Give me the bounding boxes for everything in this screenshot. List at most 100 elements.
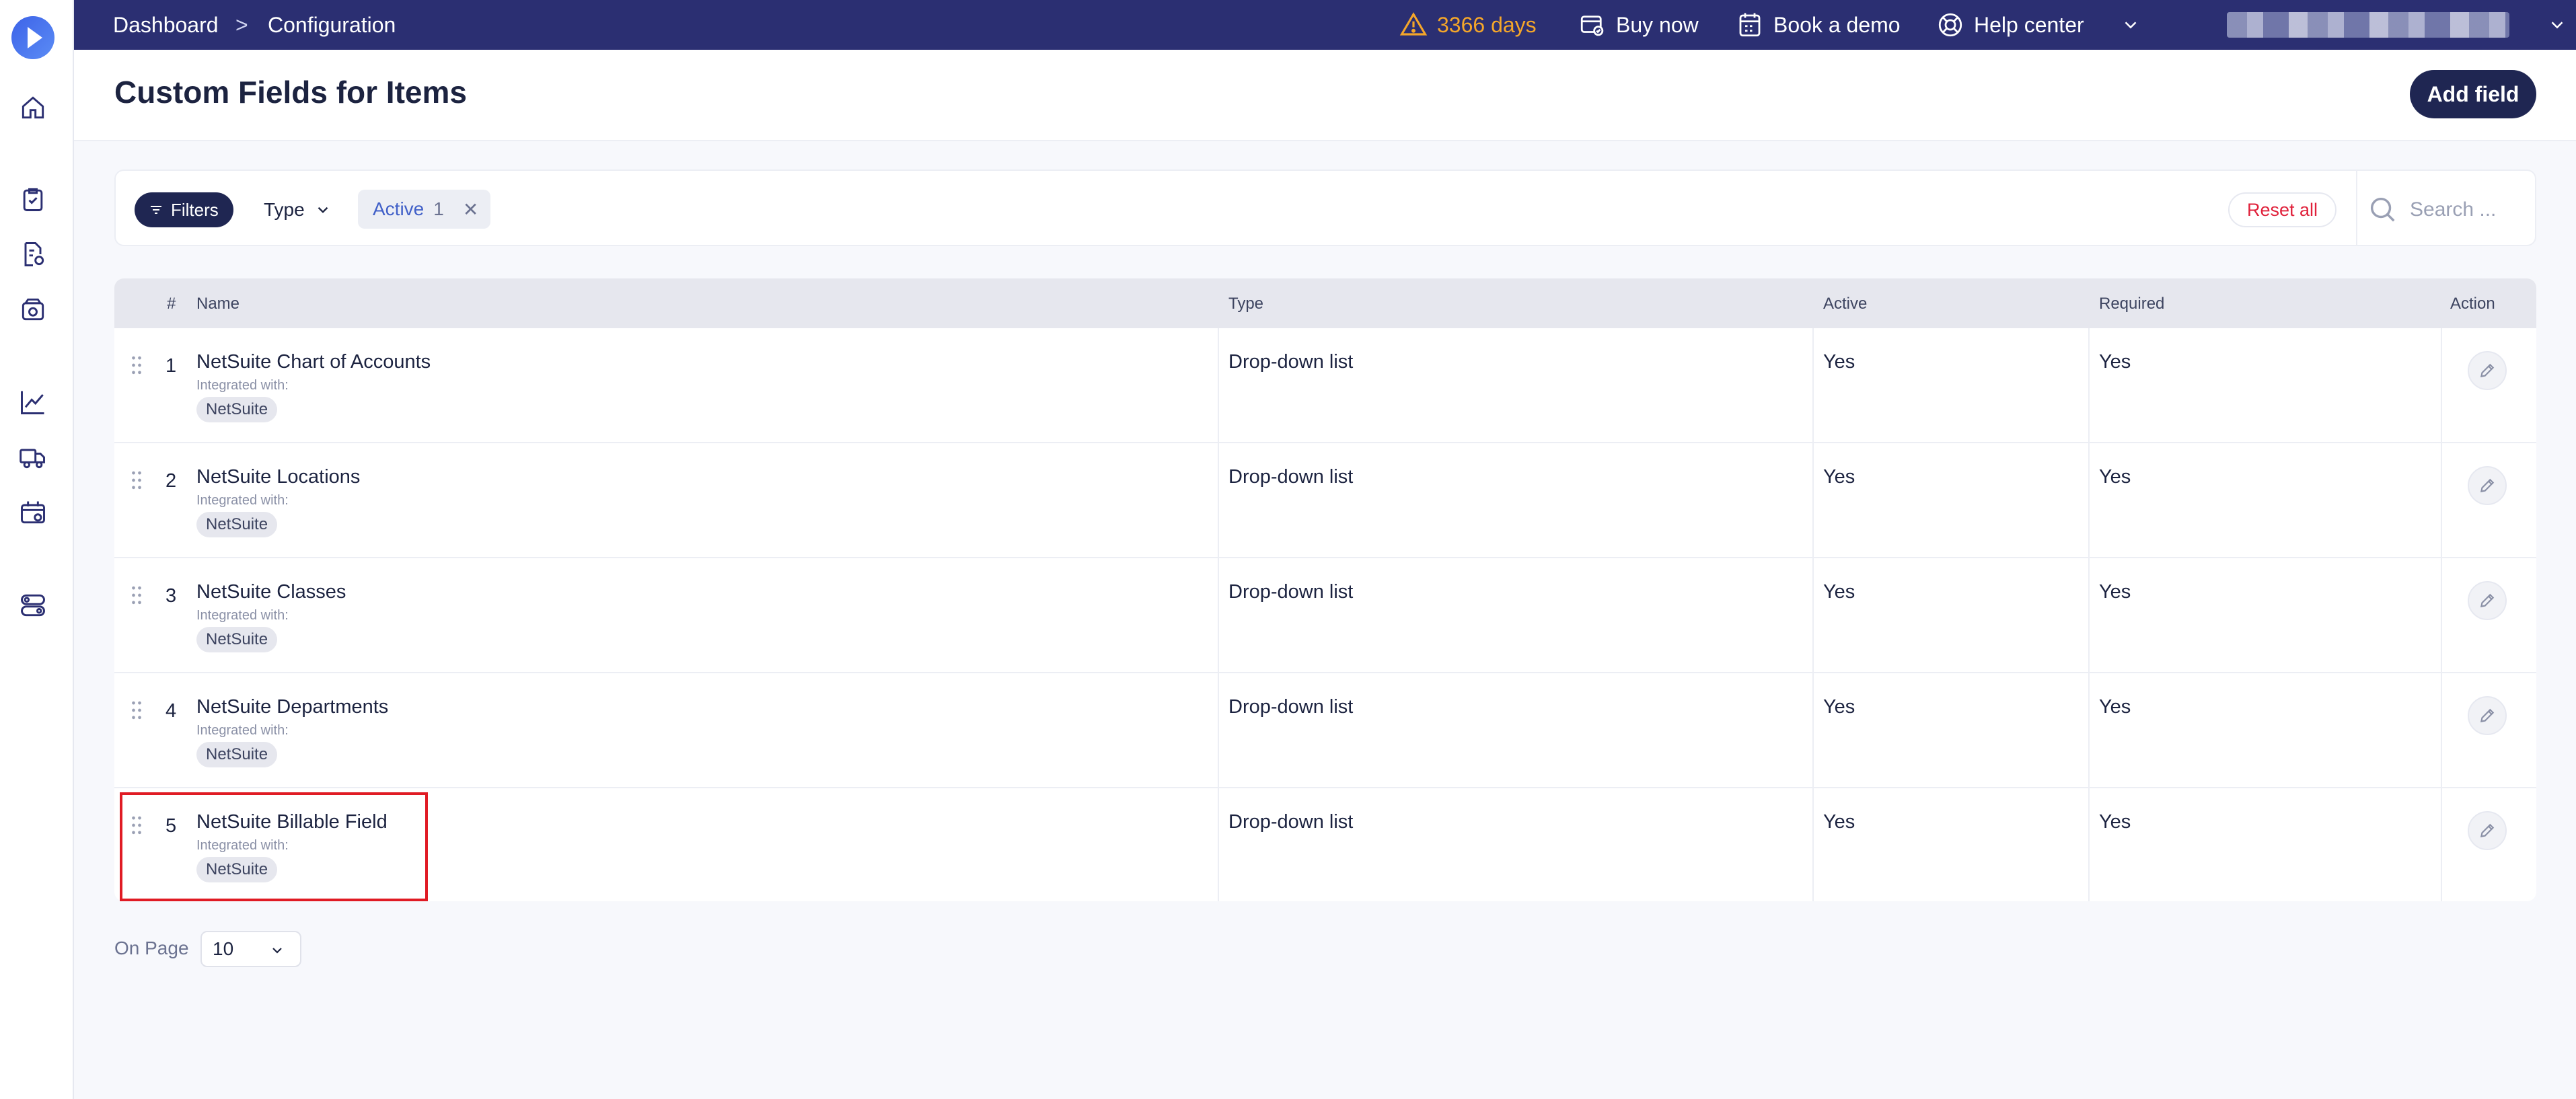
page-title: Custom Fields for Items	[114, 75, 467, 110]
calendar-box-icon[interactable]	[18, 498, 48, 527]
table-row[interactable]: 2 NetSuite Locations Integrated with: Ne…	[114, 443, 2536, 558]
highlight-box	[120, 792, 428, 901]
logo-icon[interactable]	[11, 16, 54, 59]
column-header-action: Action	[2450, 295, 2495, 313]
table-row[interactable]: 5 NetSuite Billable Field Integrated wit…	[114, 788, 2536, 901]
row-index: 4	[165, 700, 177, 722]
field-name: NetSuite Classes	[196, 581, 346, 603]
divider	[2356, 171, 2357, 245]
integrated-with-label: Integrated with:	[196, 378, 289, 393]
buy-now-button[interactable]: Buy now	[1578, 9, 1699, 40]
edit-button[interactable]	[2468, 581, 2507, 620]
drag-handle-icon[interactable]	[131, 700, 143, 720]
table-row[interactable]: 1 NetSuite Chart of Accounts Integrated …	[114, 328, 2536, 443]
reset-all-button[interactable]: Reset all	[2228, 192, 2337, 227]
column-divider	[1218, 558, 1219, 673]
integrated-with-label: Integrated with:	[196, 493, 289, 508]
edit-button[interactable]	[2468, 351, 2507, 390]
column-divider	[1812, 328, 1814, 443]
chevron-down-icon[interactable]	[2121, 15, 2141, 35]
search-input[interactable]	[2410, 192, 2524, 227]
chart-line-icon[interactable]	[18, 387, 48, 417]
edit-button[interactable]	[2468, 696, 2507, 735]
column-header-index: #	[167, 295, 176, 313]
toggles-icon[interactable]	[18, 591, 48, 620]
chevron-down-icon	[272, 948, 282, 954]
column-divider	[2441, 443, 2442, 558]
on-page-label: On Page	[114, 938, 189, 958]
type-dropdown[interactable]: Type	[264, 192, 332, 227]
page-size-select[interactable]: 10	[200, 931, 301, 967]
home-icon[interactable]	[18, 93, 48, 122]
custom-fields-table: # Name Type Active Required Action 1 Net…	[114, 278, 2536, 901]
drag-handle-icon[interactable]	[131, 585, 143, 605]
column-header-name: Name	[196, 295, 240, 313]
table-row[interactable]: 3 NetSuite Classes Integrated with: NetS…	[114, 558, 2536, 673]
field-type: Drop-down list	[1228, 696, 1354, 718]
clipboard-check-icon[interactable]	[18, 184, 48, 214]
column-divider	[1218, 328, 1219, 443]
column-divider	[2088, 443, 2090, 558]
edit-button[interactable]	[2468, 466, 2507, 505]
row-index: 3	[165, 585, 177, 607]
lifebuoy-icon	[1938, 13, 1962, 37]
field-required: Yes	[2099, 696, 2131, 718]
search-icon	[2370, 197, 2395, 222]
pencil-icon	[2480, 708, 2495, 723]
column-divider	[2088, 328, 2090, 443]
book-demo-label: Book a demo	[1773, 12, 1901, 37]
active-filter-chip[interactable]: Active 1 ✕	[358, 190, 491, 229]
document-settings-icon[interactable]	[18, 239, 48, 269]
edit-button[interactable]	[2468, 811, 2507, 850]
breadcrumb-configuration[interactable]: Configuration	[268, 11, 396, 38]
pencil-icon	[2480, 478, 2495, 493]
row-index: 1	[165, 355, 177, 377]
column-divider	[2441, 788, 2442, 901]
integrated-with-label: Integrated with:	[196, 723, 289, 738]
active-chip-count: 1	[433, 198, 444, 219]
integration-badge: NetSuite	[196, 742, 278, 767]
remove-filter-icon[interactable]: ✕	[463, 198, 478, 221]
filters-label: Filters	[171, 199, 219, 220]
column-divider	[1218, 673, 1219, 788]
type-dropdown-label: Type	[264, 199, 305, 220]
warning-icon	[1399, 12, 1428, 36]
book-demo-button[interactable]: Book a demo	[1736, 9, 1901, 40]
trial-days[interactable]: 3366 days	[1399, 9, 1537, 40]
help-center-button[interactable]: Help center	[1936, 9, 2084, 40]
pencil-icon	[2480, 823, 2495, 838]
drag-handle-icon[interactable]	[131, 355, 143, 375]
filter-icon	[151, 206, 161, 214]
field-type: Drop-down list	[1228, 581, 1354, 603]
breadcrumb-dashboard[interactable]: Dashboard	[113, 11, 219, 38]
column-divider	[1812, 558, 1814, 673]
chevron-down-icon[interactable]	[2547, 15, 2567, 35]
sidebar	[0, 0, 74, 1099]
field-required: Yes	[2099, 351, 2131, 373]
chevron-down-icon	[318, 206, 328, 213]
truck-icon[interactable]	[18, 443, 48, 472]
column-divider	[2088, 558, 2090, 673]
buy-now-label: Buy now	[1616, 12, 1699, 37]
field-active: Yes	[1823, 351, 1855, 373]
row-index: 2	[165, 470, 177, 492]
column-divider	[1812, 673, 1814, 788]
column-divider	[1218, 788, 1219, 901]
table-row[interactable]: 4 NetSuite Departments Integrated with: …	[114, 673, 2536, 788]
topbar: Dashboard > Configuration 3366 days Buy …	[74, 0, 2576, 50]
add-field-button[interactable]: Add field	[2410, 70, 2536, 118]
help-center-label: Help center	[1974, 12, 2084, 37]
pencil-icon	[2480, 593, 2495, 608]
field-required: Yes	[2099, 581, 2131, 603]
column-divider	[2441, 558, 2442, 673]
active-chip-label: Active	[373, 198, 425, 219]
filters-button[interactable]: Filters	[135, 192, 233, 227]
drag-handle-icon[interactable]	[131, 470, 143, 490]
account-name-blurred[interactable]	[2227, 12, 2509, 38]
box-check-icon[interactable]	[18, 295, 48, 324]
field-active: Yes	[1823, 581, 1855, 603]
table-header: # Name Type Active Required Action	[114, 278, 2536, 328]
column-header-type: Type	[1228, 295, 1264, 313]
field-required: Yes	[2099, 811, 2131, 833]
column-divider	[2088, 788, 2090, 901]
